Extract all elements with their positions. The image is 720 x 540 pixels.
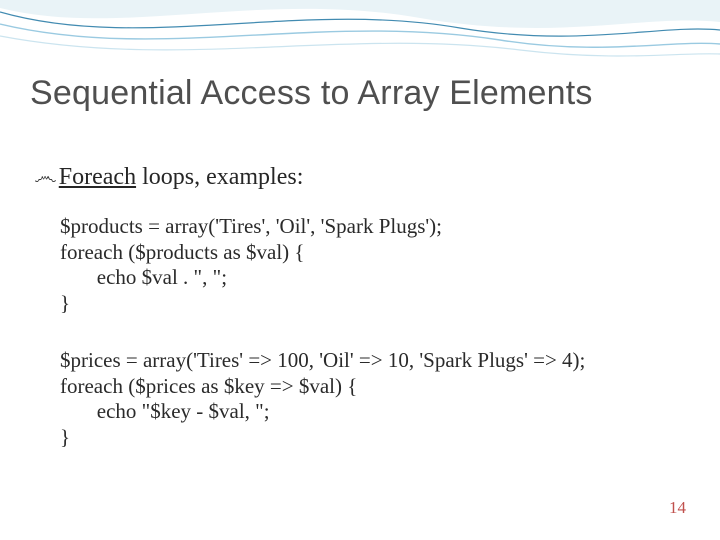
bullet-icon: ෴ (34, 164, 57, 190)
code-line: } (60, 291, 70, 315)
code-example-2: $prices = array('Tires' => 100, 'Oil' =>… (60, 348, 585, 450)
slide-title: Sequential Access to Array Elements (30, 74, 690, 113)
code-line: } (60, 425, 70, 449)
code-line: echo $val . ", "; (60, 265, 227, 289)
code-line: foreach ($products as $val) { (60, 240, 304, 264)
code-example-1: $products = array('Tires', 'Oil', 'Spark… (60, 214, 442, 316)
subhead-underlined: Foreach (59, 164, 136, 190)
code-line: echo "$key - $val, "; (60, 399, 270, 423)
page-number: 14 (669, 498, 686, 518)
code-line: $prices = array('Tires' => 100, 'Oil' =>… (60, 348, 585, 372)
slide: Sequential Access to Array Elements ෴For… (0, 0, 720, 540)
subhead-rest: loops, examples: (136, 164, 303, 190)
code-line: foreach ($prices as $key => $val) { (60, 374, 357, 398)
code-line: $products = array('Tires', 'Oil', 'Spark… (60, 214, 442, 238)
subheading: ෴Foreach loops, examples: (34, 164, 303, 191)
